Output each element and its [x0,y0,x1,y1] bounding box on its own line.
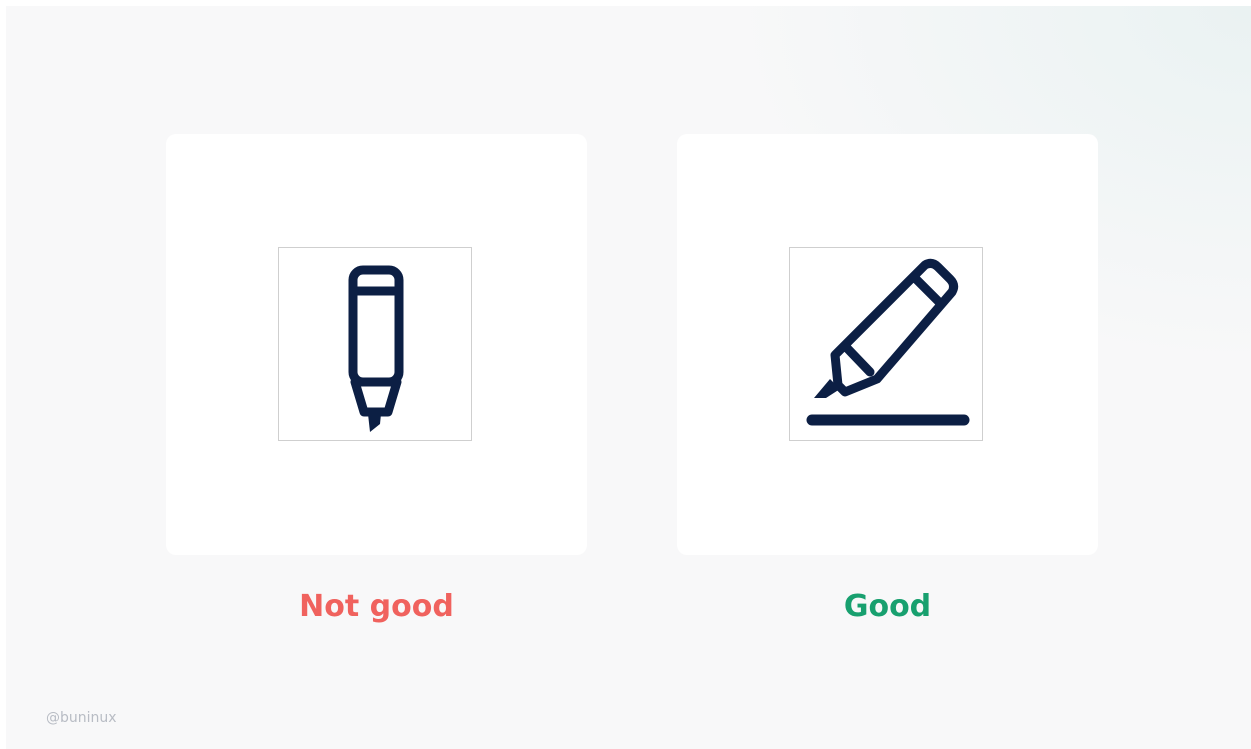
edit-pencil-icon [806,258,970,426]
slide-canvas: Not good Good @buninux [6,6,1251,749]
good-label: Good [843,589,932,624]
author-credit: @buninux [46,710,117,726]
marker-pen-icon [348,265,404,432]
not-good-label: Not good [299,589,454,624]
not-good-icon-frame [278,247,472,441]
not-good-card [166,134,587,555]
good-card [677,134,1098,555]
good-icon-frame [789,247,983,441]
